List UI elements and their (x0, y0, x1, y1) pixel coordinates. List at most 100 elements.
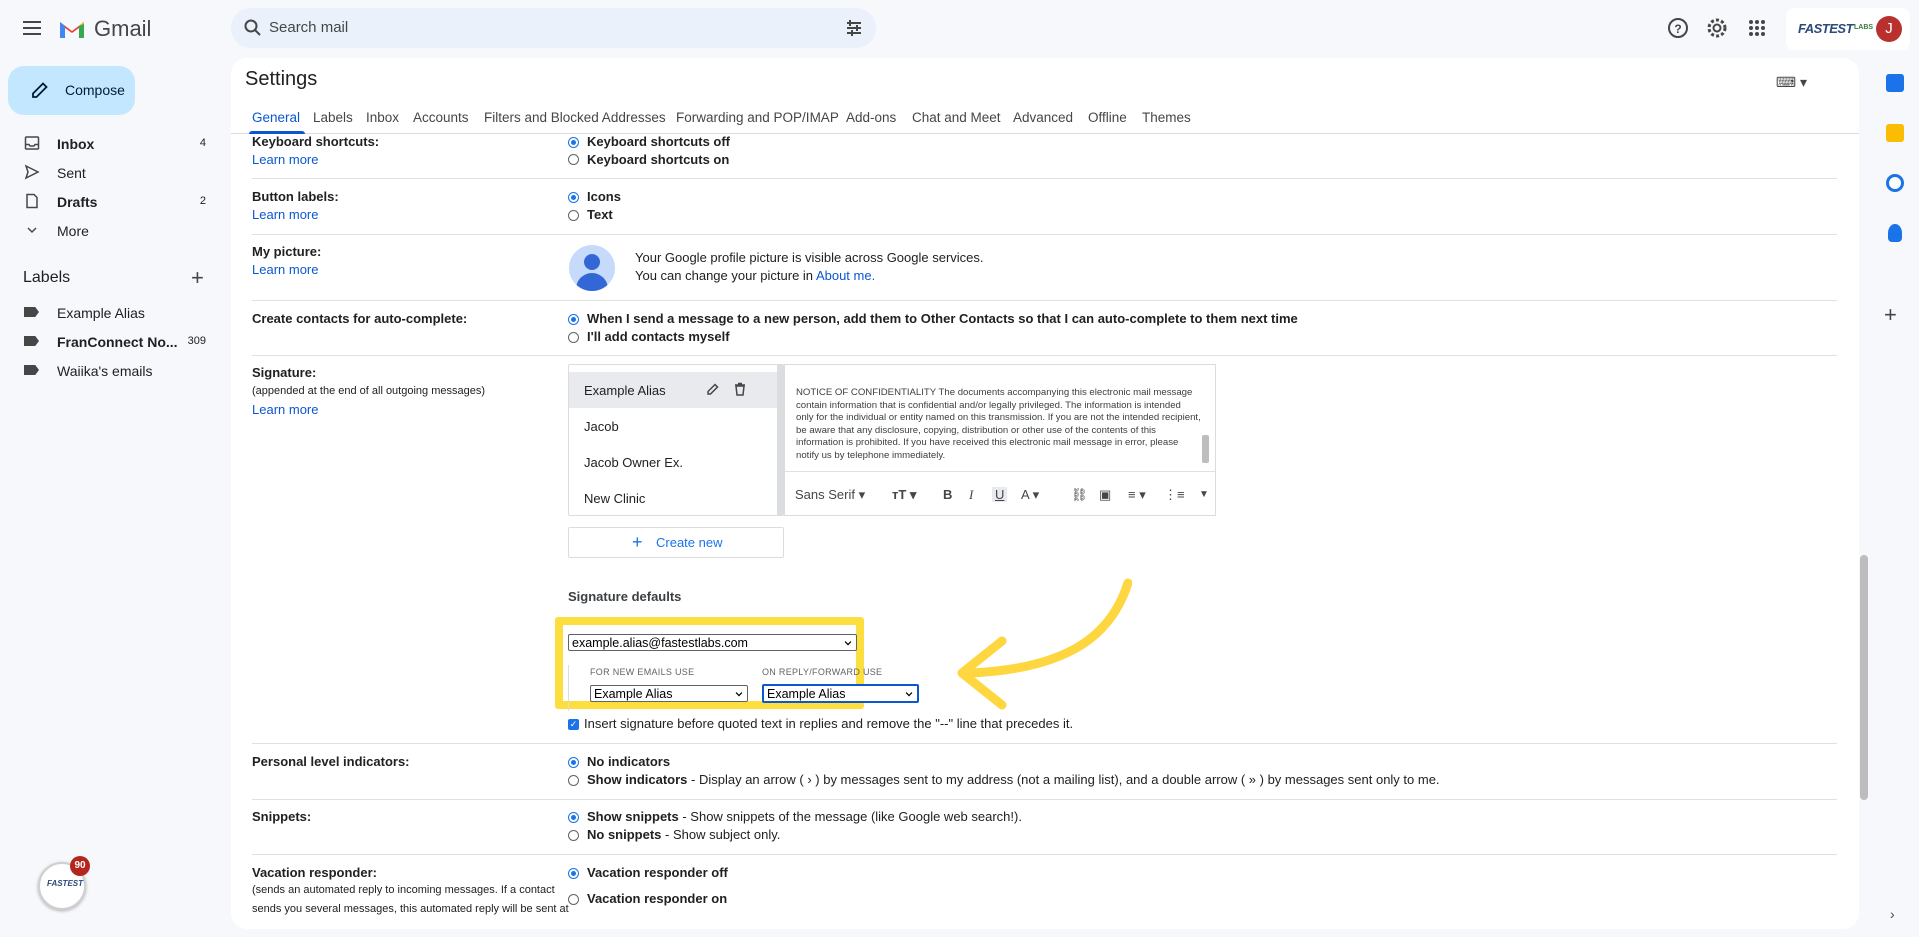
no-indicators-radio[interactable] (568, 757, 579, 768)
input-tools-icon[interactable]: ⌨ ▾ (1776, 74, 1807, 91)
no-snippets-radio[interactable] (568, 830, 579, 841)
label-item-waiika[interactable]: Waiika's emails (0, 356, 220, 385)
new-emails-signature-select[interactable]: Example Alias (590, 685, 748, 702)
keyboard-off-radio[interactable] (568, 137, 579, 148)
label-count: 309 (187, 335, 206, 347)
icons-label: Icons (587, 189, 621, 204)
sidebar-item-inbox[interactable]: Inbox 4 (0, 129, 220, 158)
bold-icon[interactable]: B (943, 487, 952, 502)
learn-more-link[interactable]: Learn more (252, 207, 318, 222)
signature-list-scrollbar[interactable] (777, 365, 783, 515)
link-icon[interactable]: ⛓ (1071, 487, 1088, 503)
font-size-icon[interactable]: тT ▾ (892, 487, 916, 503)
signature-editor[interactable]: NOTICE OF CONFIDENTIALITY The documents … (784, 364, 1216, 516)
sidebar-item-more[interactable]: More (0, 216, 220, 245)
get-addons-icon[interactable]: + (1884, 302, 1897, 328)
picture-change-text: You can change your picture in About me. (635, 268, 875, 283)
insert-before-quoted-checkbox[interactable]: ✓ (568, 719, 579, 730)
vacation-off-radio[interactable] (568, 868, 579, 879)
align-icon[interactable]: ≡ ▾ (1128, 487, 1146, 503)
create-new-signature-button[interactable]: + Create new (568, 527, 784, 558)
compose-button[interactable]: Compose (8, 66, 135, 115)
numbered-list-icon[interactable]: ⋮≡ (1164, 487, 1185, 503)
add-label-icon[interactable]: + (191, 267, 204, 289)
section-divider (252, 300, 1837, 301)
tab-themes[interactable]: Themes (1142, 110, 1191, 125)
profile-picture[interactable] (569, 245, 615, 291)
inbox-icon (24, 136, 40, 150)
picture-info-text: Your Google profile picture is visible a… (635, 250, 984, 265)
signature-item-jacob[interactable]: Jacob (569, 408, 779, 444)
tab-advanced[interactable]: Advanced (1013, 110, 1073, 125)
tab-addons[interactable]: Add-ons (846, 110, 896, 125)
more-formatting-icon[interactable]: ▼ (1199, 489, 1209, 500)
tab-general[interactable]: General (252, 110, 300, 125)
main-menu-icon[interactable] (20, 17, 44, 41)
insert-image-icon[interactable]: ▣ (1099, 487, 1111, 503)
search-input[interactable]: Search mail (269, 19, 348, 36)
manual-contacts-radio[interactable] (568, 332, 579, 343)
learn-more-link[interactable]: Learn more (252, 402, 318, 417)
account-avatar[interactable]: J (1876, 16, 1902, 42)
search-icon[interactable] (243, 18, 263, 38)
delete-trash-icon[interactable] (733, 382, 747, 396)
learn-more-link[interactable]: Learn more (252, 152, 318, 167)
learn-more-link[interactable]: Learn more (252, 262, 318, 277)
tab-chat-meet[interactable]: Chat and Meet (912, 110, 1001, 125)
main-scrollbar[interactable] (1860, 555, 1868, 800)
signature-item-jacob-owner[interactable]: Jacob Owner Ex. (569, 444, 779, 480)
sidebar-item-sent[interactable]: Sent (0, 158, 220, 187)
italic-icon[interactable]: I (969, 487, 973, 503)
font-family-select[interactable]: Sans Serif ▾ (795, 487, 865, 503)
search-bar[interactable]: Search mail (231, 8, 876, 48)
keyboard-on-radio[interactable] (568, 154, 579, 165)
tab-filters[interactable]: Filters and Blocked Addresses (484, 110, 666, 125)
underline-icon[interactable]: U (992, 487, 1008, 502)
section-divider (252, 178, 1837, 179)
signature-account-select[interactable]: example.alias@fastestlabs.com (568, 634, 857, 651)
text-radio[interactable] (568, 210, 579, 221)
signature-editor-scrollbar[interactable] (1202, 435, 1209, 463)
about-me-link[interactable]: About me. (816, 268, 875, 283)
signature-item-example-alias[interactable]: Example Alias (569, 372, 779, 408)
tab-labels[interactable]: Labels (313, 110, 353, 125)
edit-pencil-icon[interactable] (706, 382, 720, 396)
gmail-logo[interactable]: Gmail (58, 16, 151, 42)
contacts-icon[interactable] (1888, 224, 1902, 242)
text-color-icon[interactable]: A ▾ (1021, 487, 1039, 503)
tab-forwarding[interactable]: Forwarding and POP/IMAP (676, 110, 839, 125)
calendar-icon[interactable] (1886, 74, 1904, 92)
signature-item-new-clinic[interactable]: New Clinic (569, 480, 779, 515)
sidebar-item-label: More (57, 223, 89, 239)
show-snippets-radio[interactable] (568, 812, 579, 823)
settings-gear-icon[interactable] (1705, 16, 1729, 40)
notification-count: 90 (70, 856, 90, 876)
vacation-on-radio[interactable] (568, 894, 579, 905)
tasks-icon[interactable] (1886, 174, 1904, 192)
sidebar-item-drafts[interactable]: Drafts 2 (0, 187, 220, 216)
tab-offline[interactable]: Offline (1088, 110, 1127, 125)
annotation-arrow-icon (957, 578, 1132, 710)
section-divider (252, 854, 1837, 855)
keep-icon[interactable] (1886, 124, 1904, 142)
reply-forward-signature-select[interactable]: Example Alias (762, 684, 919, 703)
vacation-on-label: Vacation responder on (587, 891, 728, 906)
signature-name: New Clinic (584, 491, 646, 506)
signature-name: Example Alias (584, 383, 666, 398)
auto-add-contacts-radio[interactable] (568, 314, 579, 325)
show-indicators-radio[interactable] (568, 775, 579, 786)
label-item-example-alias[interactable]: Example Alias (0, 298, 220, 327)
search-options-icon[interactable] (844, 18, 864, 38)
signature-body[interactable]: NOTICE OF CONFIDENTIALITY The documents … (796, 387, 1201, 463)
tab-accounts[interactable]: Accounts (413, 110, 469, 125)
icons-radio[interactable] (568, 192, 579, 203)
tab-inbox[interactable]: Inbox (366, 110, 399, 125)
sidebar-item-label: Inbox (57, 136, 95, 152)
fastest-labs-extension-badge[interactable]: FASTEST 90 (38, 856, 90, 910)
label-item-franconnect[interactable]: FranConnect No... 309 (0, 327, 220, 356)
apps-grid-icon[interactable] (1745, 16, 1769, 40)
signature-sublabel: (appended at the end of all outgoing mes… (252, 385, 485, 397)
picture-change-prefix: You can change your picture in (635, 268, 816, 283)
help-icon[interactable]: ? (1666, 16, 1690, 40)
chevron-right-icon[interactable]: › (1890, 906, 1895, 922)
